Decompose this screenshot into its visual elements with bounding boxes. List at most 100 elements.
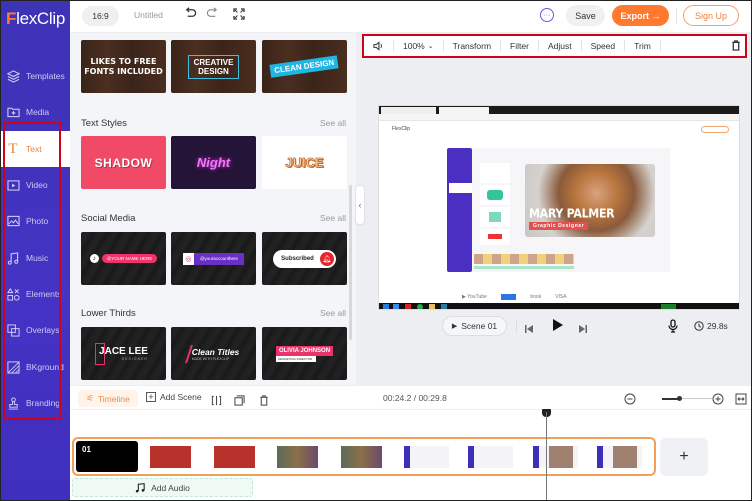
redo-icon[interactable]: [206, 7, 219, 23]
instagram-icon: ◎: [182, 252, 194, 265]
sidebar: FlexClip Templates Media T Text Video Pho…: [0, 0, 70, 501]
clip-thumb[interactable]: [214, 446, 255, 468]
filter-button[interactable]: Filter: [501, 40, 539, 52]
player-controls: ▶ Scene 01 29.8s: [356, 312, 752, 342]
shapes-icon: [6, 287, 20, 301]
browser-address-bar: [379, 114, 739, 121]
sidebar-item-templates[interactable]: Templates: [0, 58, 70, 94]
chat-icon[interactable]: ···: [540, 8, 554, 22]
taskbar: [379, 303, 739, 309]
timeline-icon: ⚟: [86, 393, 94, 403]
skip-forward-icon[interactable]: [578, 321, 588, 339]
zoom-in-icon[interactable]: [712, 392, 724, 410]
timeline-zoom-slider[interactable]: [662, 395, 712, 401]
sidebar-item-bkground[interactable]: BKground: [0, 349, 70, 385]
sidebar-item-text[interactable]: T Text: [0, 131, 70, 167]
lower-third-thumb-clean-titles[interactable]: Clean Titles MADE WITH FLEXCLIP: [171, 327, 256, 380]
sign-up-button[interactable]: Sign Up: [683, 5, 739, 26]
adjust-button[interactable]: Adjust: [539, 40, 582, 52]
sidebar-item-branding[interactable]: Branding: [0, 385, 70, 421]
folder-plus-icon: [6, 105, 20, 119]
social-thumb-subscribe[interactable]: Subscribed 🔔︎: [262, 232, 347, 285]
see-all-text-styles-link[interactable]: See all: [320, 118, 346, 128]
play-icon[interactable]: [552, 318, 564, 337]
clip-thumb[interactable]: [597, 446, 642, 468]
time-readout: 00:24.2 / 00:29.8: [383, 393, 447, 403]
volume-button[interactable]: [364, 40, 394, 52]
sidebar-item-video[interactable]: Video: [0, 167, 70, 203]
duration-readout: 29.8s: [694, 321, 728, 331]
playhead-line[interactable]: [546, 412, 547, 501]
panel-scrollbar[interactable]: [349, 185, 352, 340]
sidebar-item-media[interactable]: Media: [0, 94, 70, 130]
social-thumb-tiktok[interactable]: ♪ @YOUR NAME HERE: [81, 232, 166, 285]
see-all-social-media-link[interactable]: See all: [320, 213, 346, 223]
split-icon[interactable]: [211, 393, 222, 411]
collapse-panel-handle[interactable]: ‹: [355, 185, 365, 225]
scene-clip-black[interactable]: 01: [76, 441, 138, 472]
undo-icon[interactable]: [184, 7, 197, 23]
zoom-out-icon[interactable]: [624, 392, 636, 410]
trash-icon[interactable]: [731, 39, 741, 53]
trim-button[interactable]: Trim: [625, 40, 661, 52]
clip-thumb[interactable]: [404, 446, 449, 468]
transform-button[interactable]: Transform: [444, 40, 502, 52]
lower-third-thumb-olivia-johnson[interactable]: OLIVIA JOHNSON MARKETING DIRECTOR: [262, 327, 347, 380]
layers-icon: [6, 69, 20, 83]
video-canvas[interactable]: FlexClip MARY PALMER Graphic Designer ▶ …: [378, 105, 740, 310]
text-template-thumb[interactable]: LIKES TO FREE FONTS INCLUDED: [81, 40, 166, 93]
text-template-thumb[interactable]: CLEAN DESIGN: [262, 40, 347, 93]
clip-thumb[interactable]: [150, 446, 191, 468]
clip-thumb[interactable]: [533, 446, 578, 468]
text-icon: T: [8, 140, 18, 157]
sidebar-item-music[interactable]: Music: [0, 240, 70, 276]
clip-toolbar: 100% ⌄ Transform Filter Adjust Speed Trim: [362, 34, 747, 58]
sidebar-item-overlays[interactable]: Overlays: [0, 312, 70, 348]
add-audio-button[interactable]: Add Audio: [72, 478, 253, 497]
timeline-tab[interactable]: ⚟ Timeline: [78, 390, 138, 407]
zoom-dropdown[interactable]: 100% ⌄: [394, 40, 444, 52]
scene-track[interactable]: 01: [72, 437, 656, 476]
skip-back-icon[interactable]: [524, 321, 534, 339]
text-library-panel: LIKES TO FREE FONTS INCLUDED CREATIVE DE…: [70, 33, 356, 385]
video-icon: [6, 178, 20, 192]
see-all-lower-thirds-link[interactable]: See all: [320, 308, 346, 318]
delete-scene-icon[interactable]: [259, 393, 269, 411]
photo-icon: [6, 214, 20, 228]
aspect-ratio-button[interactable]: 16:9: [82, 6, 119, 26]
sidebar-item-photo[interactable]: Photo: [0, 203, 70, 239]
zoom-slider-handle[interactable]: [677, 395, 682, 401]
top-bar: 16:9 Untitled ··· Save Export → Sign Up: [70, 0, 752, 33]
text-style-thumb-shadow[interactable]: SHADOW: [81, 136, 166, 189]
preview-photo: MARY PALMER Graphic Designer: [525, 164, 655, 237]
save-button[interactable]: Save: [566, 5, 605, 26]
social-thumb-instagram[interactable]: ◎ @youraccounthere: [171, 232, 256, 285]
add-scene-button[interactable]: + Add Scene: [146, 392, 202, 402]
fullscreen-icon[interactable]: [233, 8, 245, 23]
lower-third-thumb-jace-lee[interactable]: JACE LEE DESIGNER: [81, 327, 166, 380]
inner-timeline: [474, 254, 574, 264]
clip-thumb[interactable]: [277, 446, 318, 468]
fit-timeline-icon[interactable]: [735, 392, 747, 410]
microphone-icon[interactable]: [668, 319, 678, 338]
text-style-thumb-night[interactable]: Night: [171, 136, 256, 189]
section-title-text-styles: Text Styles: [81, 118, 127, 129]
inner-sidebar: [447, 148, 472, 272]
text-style-thumb-juice[interactable]: JUICE: [262, 136, 347, 189]
project-title-input[interactable]: Untitled: [134, 10, 163, 20]
clip-thumb[interactable]: [341, 446, 382, 468]
section-title-lower-thirds: Lower Thirds: [81, 308, 136, 319]
add-scene-plus-button[interactable]: +: [660, 438, 708, 476]
volume-icon: [373, 41, 382, 51]
text-template-thumb[interactable]: CREATIVE DESIGN: [171, 40, 256, 93]
speed-button[interactable]: Speed: [582, 40, 626, 52]
export-button[interactable]: Export →: [612, 5, 669, 26]
flexclip-logo[interactable]: FlexClip: [6, 9, 65, 29]
divider: [676, 8, 677, 24]
sidebar-item-elements[interactable]: Elements: [0, 276, 70, 312]
scene-selector-button[interactable]: ▶ Scene 01: [442, 316, 507, 336]
clip-thumb[interactable]: [468, 446, 513, 468]
chevron-left-icon: ‹: [358, 200, 362, 210]
background-icon: [6, 360, 20, 374]
duplicate-icon[interactable]: [234, 393, 245, 411]
